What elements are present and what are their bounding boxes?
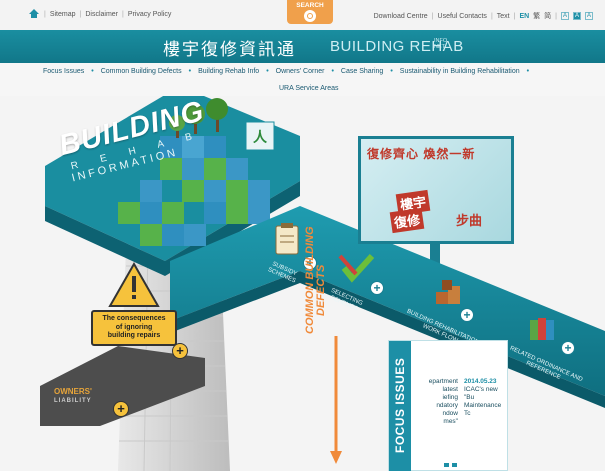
rehab-billboard[interactable]: 復修齊心 煥然一新 樓宇 復修 步曲 xyxy=(358,136,514,244)
font-size-medium-button[interactable]: A xyxy=(573,12,581,20)
cbd-line-2: DEFECTS xyxy=(315,264,327,316)
utility-links: | Sitemap | Disclaimer | Privacy Policy xyxy=(44,11,172,18)
selecting-schemes-plus-icon[interactable]: + xyxy=(370,281,384,295)
focus-item-2[interactable]: 2014.05.23 ICAC's new "Bu Maintenance Tc xyxy=(464,378,509,418)
rehab-illustration: 人 BUILDING R E H A B INFORMATION 復修齊心 煥然… xyxy=(0,96,605,471)
privacy-policy-link[interactable]: Privacy Policy xyxy=(128,11,172,18)
focus-item-2-line-2: Maintenance Tc xyxy=(464,402,502,417)
consequences-line-1: The consequences xyxy=(102,315,166,322)
nav-owners-corner[interactable]: Owners' Corner xyxy=(276,68,325,75)
home-icon[interactable] xyxy=(29,9,39,18)
owners-liability-link[interactable]: OWNERS' LIABILITY xyxy=(54,388,94,405)
billboard-headline: 復修齊心 煥然一新 xyxy=(367,147,476,161)
nav-focus-issues[interactable]: Focus Issues xyxy=(43,68,84,75)
sitemap-link[interactable]: Sitemap xyxy=(50,11,76,18)
consequences-line-3: building repairs xyxy=(107,332,161,339)
download-centre-link[interactable]: Download Centre xyxy=(374,13,428,20)
focus-item-1-line-1: epartment xyxy=(428,378,458,385)
focus-item-1-line-4: ndatory xyxy=(436,402,458,409)
utility-links-right: Download Centre | Useful Contacts | Text… xyxy=(373,11,593,21)
search-icon xyxy=(304,10,316,22)
site-banner: 樓宇復修資訊通 BUILDING REHAB INFO NET xyxy=(0,30,605,63)
site-title-chinese[interactable]: 樓宇復修資訊通 xyxy=(163,35,296,60)
site-title-net: NET xyxy=(434,44,445,50)
focus-item-2-line-1: ICAC's new "Bu xyxy=(464,386,498,401)
useful-contacts-link[interactable]: Useful Contacts xyxy=(438,13,487,20)
search-label: SEARCH xyxy=(296,2,324,9)
lang-sc-link[interactable]: 简 xyxy=(544,11,551,21)
focus-issues-tab[interactable]: FOCUS ISSUES xyxy=(389,341,411,471)
liability-word: LIABILITY xyxy=(54,398,92,404)
font-size-large-button[interactable]: A xyxy=(585,12,593,20)
text-version-link[interactable]: Text xyxy=(497,13,510,20)
consequences-plus-icon[interactable]: + xyxy=(172,343,188,359)
focus-item-1-line-5: ndow xyxy=(442,410,458,417)
focus-item-1-line-2: latest xyxy=(442,386,458,393)
focus-pager[interactable] xyxy=(444,463,464,467)
nav-case-sharing[interactable]: Case Sharing xyxy=(341,68,383,75)
owners-liability-plus-icon[interactable]: + xyxy=(113,401,129,417)
clipboard-icon xyxy=(275,223,299,255)
common-building-defects-link[interactable]: COMMON BUILDING DEFECTS xyxy=(304,226,327,334)
focus-issues-label: FOCUS ISSUES xyxy=(393,357,407,453)
ordinance-reference-plus-icon[interactable]: + xyxy=(561,341,575,355)
billboard-logo-c: 步曲 xyxy=(456,213,483,228)
disclaimer-link[interactable]: Disclaimer xyxy=(85,11,118,18)
focus-item-1-line-3: iefing xyxy=(442,394,458,401)
focus-item-1[interactable]: epartment latest iefing ndatory ndow mes… xyxy=(416,378,458,426)
site-title-small: INFO NET xyxy=(434,38,447,50)
nav-building-rehab-info[interactable]: Building Rehab Info xyxy=(198,68,259,75)
books-icon xyxy=(530,318,554,340)
focus-item-2-date: 2014.05.23 xyxy=(464,378,497,385)
lang-tc-link[interactable]: 繁 xyxy=(533,11,540,21)
font-size-small-button[interactable]: A xyxy=(561,12,569,20)
lang-en-link[interactable]: EN xyxy=(519,13,529,20)
work-flow-plus-icon[interactable]: + xyxy=(460,308,474,322)
svg-text:人: 人 xyxy=(253,129,268,145)
search-button[interactable]: SEARCH xyxy=(287,0,333,24)
nav-sustainability[interactable]: Sustainability in Building Rehabilitatio… xyxy=(400,68,520,75)
billboard-logo-b: 復修 xyxy=(389,207,425,234)
consequences-line-2: of ignoring xyxy=(115,323,153,331)
focus-issues-panel: FOCUS ISSUES epartment latest iefing nda… xyxy=(388,340,508,471)
focus-item-1-line-6: mes" xyxy=(443,418,458,425)
nav-common-building-defects[interactable]: Common Building Defects xyxy=(101,68,182,75)
consequences-callout[interactable]: The consequences of ignoring building re… xyxy=(91,310,177,346)
nav-ura-service-areas[interactable]: URA Service Areas xyxy=(279,85,339,92)
owners-word: OWNERS' xyxy=(54,387,92,396)
